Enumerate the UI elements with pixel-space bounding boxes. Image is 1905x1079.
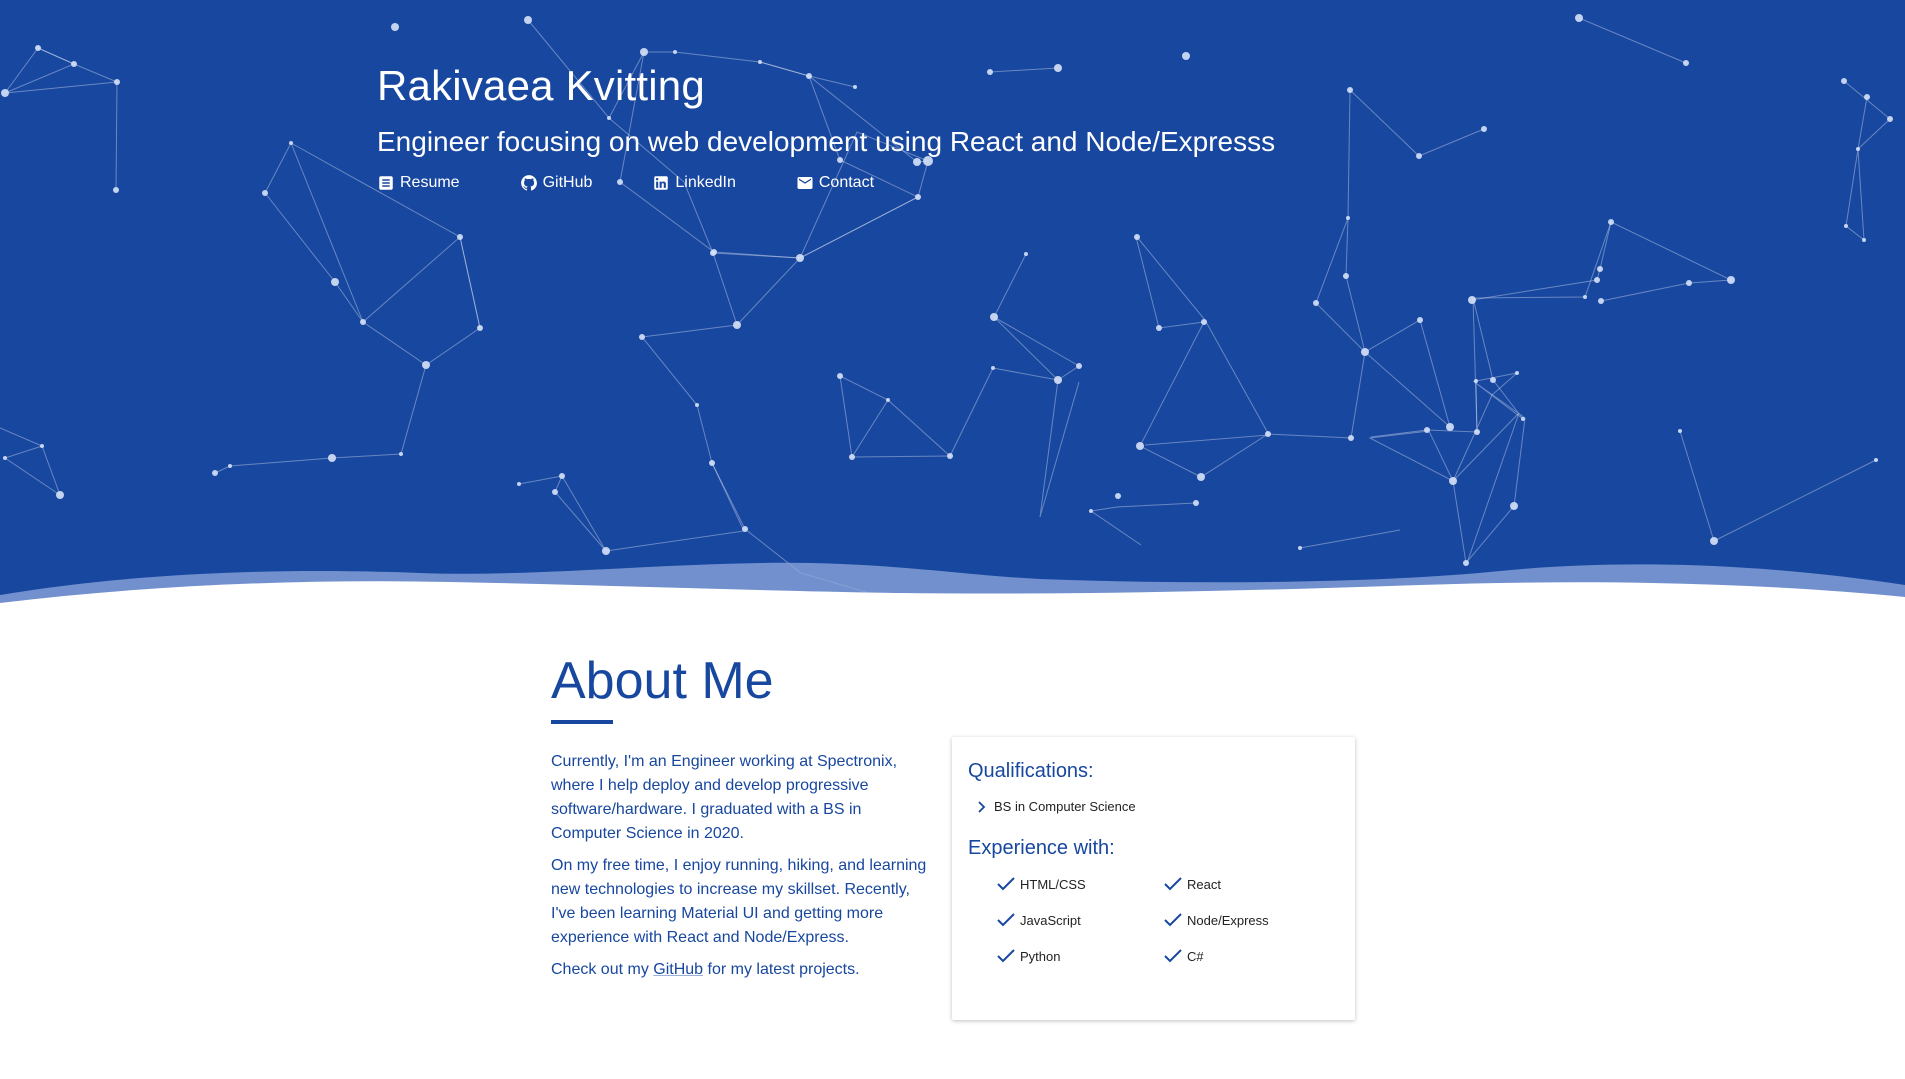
experience-label: React [1187, 876, 1221, 892]
about-paragraph-2: On my free time, I enjoy running, hiking… [551, 857, 927, 946]
qualification-item: BS in Computer Science [976, 799, 1339, 814]
experience-item: Python [996, 948, 1163, 964]
chevron-right-icon [978, 800, 986, 813]
linkedin-link-label: LinkedIn [675, 174, 736, 191]
qualification-label: BS in Computer Science [994, 799, 1136, 814]
experience-item: React [1163, 876, 1330, 892]
mail-icon [797, 177, 813, 189]
qualifications-card: Qualifications: BS in Computer Science E… [952, 737, 1355, 1020]
github-inline-link[interactable]: GitHub [653, 961, 703, 978]
wave-divider [0, 562, 1905, 610]
experience-label: JavaScript [1020, 912, 1081, 928]
github-icon [520, 175, 537, 191]
about-paragraph-1: Currently, I'm an Engineer working at Sp… [551, 753, 898, 842]
hero-name: Rakivaea Kvitting [377, 62, 705, 109]
paragraph-3-suffix: for my latest projects. [703, 961, 860, 978]
github-link-label: GitHub [542, 174, 593, 191]
paragraph-3-prefix: Check out my [551, 961, 654, 978]
check-icon [1164, 949, 1182, 963]
resume-link-label: Resume [400, 174, 460, 191]
experience-label: C# [1187, 948, 1204, 964]
linkedin-icon [654, 176, 669, 190]
about-text: Currently, I'm an Engineer working at Sp… [551, 750, 936, 990]
experience-item: C# [1163, 948, 1330, 964]
contact-link-label: Contact [818, 174, 875, 191]
about-title: About Me [551, 652, 774, 710]
check-icon [997, 949, 1015, 963]
experience-label: Python [1020, 948, 1061, 964]
title-underline [551, 720, 613, 724]
experience-item: JavaScript [996, 912, 1163, 928]
hero-content: Rakivaea Kvitting Engineer focusing on w… [377, 60, 1275, 192]
about-section: About Me Currently, I'm an Engineer work… [551, 650, 1357, 1020]
description-icon [379, 176, 393, 190]
experience-heading: Experience with: [968, 837, 1115, 859]
check-icon [997, 913, 1015, 927]
resume-link[interactable]: Resume [377, 174, 460, 192]
experience-label: HTML/CSS [1020, 876, 1086, 892]
hero-banner: Rakivaea Kvitting Engineer focusing on w… [0, 0, 1905, 610]
github-link[interactable]: GitHub [520, 174, 593, 192]
check-icon [1164, 877, 1182, 891]
contact-link[interactable]: Contact [796, 174, 874, 192]
hero-links: Resume GitHub LinkedIn Contact [377, 174, 1275, 192]
experience-item: Node/Express [1163, 912, 1330, 928]
experience-label: Node/Express [1187, 912, 1269, 928]
check-icon [1164, 913, 1182, 927]
linkedin-link[interactable]: LinkedIn [652, 174, 736, 192]
about-paragraph-3: Check out my GitHub for my latest projec… [551, 958, 936, 982]
experience-item: HTML/CSS [996, 876, 1163, 892]
experience-list: HTML/CSS React JavaScript Node/Express P… [996, 876, 1339, 964]
check-icon [997, 877, 1015, 891]
qualifications-heading: Qualifications: [968, 760, 1094, 782]
hero-tagline: Engineer focusing on web development usi… [377, 126, 1276, 157]
